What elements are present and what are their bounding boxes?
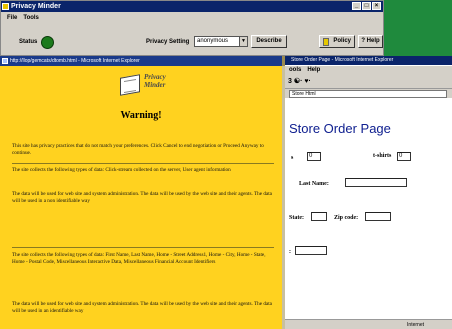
menu-help[interactable]: Help (307, 66, 320, 75)
store-page-content: Store Order Page s 0 t-shirts 0 Last Nam… (279, 99, 452, 319)
logo-line1: Privacy (144, 73, 166, 81)
data-usage-2: The data will be used for web site and s… (12, 301, 272, 314)
logo-text: Privacy Minder (144, 73, 166, 89)
privacy-setting-label: Privacy Setting (146, 39, 190, 45)
tshirts-input[interactable]: 0 (397, 152, 411, 161)
store-toolbar[interactable]: 3 ☯· ♥· (279, 75, 452, 88)
privacy-setting-select[interactable]: anonymous ▼ (194, 36, 248, 47)
menu-bar: File Tools (1, 13, 383, 23)
zip-label: Zip code: (334, 215, 359, 221)
maximize-icon[interactable]: □ (362, 2, 371, 10)
tshirts-label: t-shirts (373, 153, 392, 159)
store-menu-bar: ools Help (279, 66, 452, 75)
quantity-input[interactable]: 0 (307, 152, 321, 161)
privacy-toolbar: Status Privacy Setting anonymous ▼ Descr… (1, 25, 383, 55)
window-title: Privacy Minder (11, 3, 61, 10)
desktop-screen: Privacy Minder _ □ × File Tools Status P… (0, 0, 452, 329)
last-name-label: Last Name: (299, 181, 329, 187)
policy-button[interactable]: Policy (319, 35, 355, 48)
state-label: State: (289, 215, 304, 221)
close-icon[interactable]: × (372, 2, 381, 10)
ie-icon (2, 58, 8, 64)
chevron-down-icon[interactable]: ▼ (239, 37, 247, 46)
store-browser-window: Store Order Page - Microsoft Internet Ex… (278, 56, 452, 329)
divider (12, 247, 274, 248)
desktop-background (384, 0, 452, 56)
store-browser-titlebar: Store Order Page - Microsoft Internet Ex… (279, 56, 452, 65)
field-label-partial: : (289, 249, 291, 255)
menu-tools[interactable]: Tools (23, 13, 39, 23)
zip-field[interactable] (365, 212, 391, 221)
minimize-icon[interactable]: _ (352, 2, 361, 10)
privacy-minder-logo: Privacy Minder (116, 70, 196, 104)
warning-page: Privacy Minder Warning! This site has pr… (0, 66, 282, 329)
qty-label: s (291, 155, 294, 161)
policy-document-icon (323, 38, 329, 46)
privacy-setting-value: anonymous (197, 38, 229, 44)
warning-intro: This site has privacy practices that do … (12, 143, 264, 156)
status-label: Status (19, 39, 38, 45)
data-collected-1: The site collects the following types of… (12, 167, 231, 173)
last-name-field[interactable] (345, 178, 407, 187)
divider (12, 163, 274, 164)
warning-window-titlebar: http://llop/gemcats/dtomb.html - Microso… (0, 56, 282, 66)
address-input[interactable]: Store Html (289, 90, 447, 98)
policy-button-label: Policy (333, 38, 351, 44)
status-bar: Internet (279, 319, 452, 329)
vertical-scrollbar[interactable] (282, 66, 285, 329)
address-bar: Store Html (279, 88, 452, 98)
state-field[interactable] (311, 212, 327, 221)
app-icon (2, 3, 9, 10)
menu-tools[interactable]: ools (289, 66, 301, 75)
internet-zone: Internet (407, 322, 424, 328)
window-controls: _ □ × (352, 2, 381, 10)
book-icon (120, 74, 140, 96)
data-usage-1: The data will be used for web site and s… (12, 191, 272, 204)
privacy-minder-titlebar: Privacy Minder _ □ × (1, 1, 383, 12)
warning-heading: Warning! (120, 110, 162, 121)
data-collected-2: The site collects the following types of… (12, 252, 266, 265)
privacy-warning-window: http://llop/gemcats/dtomb.html - Microso… (0, 56, 285, 329)
page-title: Store Order Page (289, 121, 391, 136)
warning-window-title: http://llop/gemcats/dtomb.html - Microso… (10, 58, 140, 64)
green-status-icon (41, 36, 54, 49)
menu-file[interactable]: File (7, 13, 17, 23)
extra-field[interactable] (295, 246, 327, 255)
privacy-minder-window: Privacy Minder _ □ × File Tools Status P… (0, 0, 384, 56)
help-button[interactable]: ? Help (358, 35, 383, 48)
describe-button[interactable]: Describe (251, 35, 287, 48)
logo-line2: Minder (144, 81, 166, 89)
